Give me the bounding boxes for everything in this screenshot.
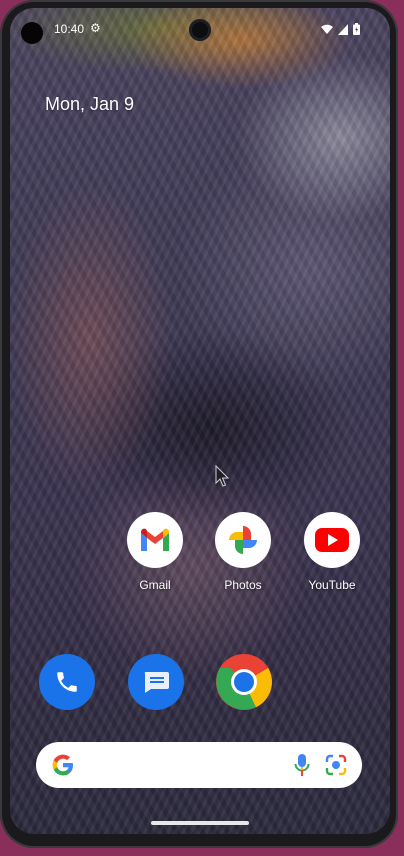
app-label-youtube: YouTube: [308, 578, 356, 592]
gesture-nav-handle[interactable]: [151, 821, 249, 825]
wallpaper: [10, 8, 390, 834]
date-widget[interactable]: Mon, Jan 9: [45, 94, 134, 115]
google-g-icon[interactable]: [52, 754, 74, 776]
status-bar[interactable]: 10:40 ⚙: [10, 18, 390, 42]
dock-phone[interactable]: [27, 654, 107, 710]
wifi-icon: [321, 24, 333, 34]
phone-icon: [39, 654, 95, 710]
app-gmail[interactable]: Gmail: [115, 512, 195, 592]
app-youtube[interactable]: YouTube: [292, 512, 372, 592]
device-frame: 10:40 ⚙ Mon, Jan 9 Gmail Photos YouTube: [0, 0, 398, 848]
battery-icon: [353, 23, 360, 35]
status-time: 10:40: [54, 22, 85, 36]
status-icons: [321, 23, 360, 35]
gmail-icon: [127, 512, 183, 568]
signal-icon: [338, 23, 348, 35]
chrome-icon: [216, 654, 272, 710]
photos-icon: [215, 512, 271, 568]
mic-icon[interactable]: [294, 753, 310, 777]
app-photos[interactable]: Photos: [203, 512, 283, 592]
messages-icon: [128, 654, 184, 710]
dock-chrome[interactable]: [204, 654, 284, 710]
settings-notification-icon: ⚙: [90, 21, 101, 35]
lens-icon[interactable]: [324, 754, 348, 776]
mouse-cursor: [215, 465, 229, 487]
home-screen[interactable]: 10:40 ⚙ Mon, Jan 9 Gmail Photos YouTube: [10, 8, 390, 834]
youtube-icon: [304, 512, 360, 568]
google-search-bar[interactable]: [36, 742, 362, 788]
app-label-gmail: Gmail: [139, 578, 171, 592]
dock-messages[interactable]: [116, 654, 196, 710]
app-label-photos: Photos: [224, 578, 262, 592]
